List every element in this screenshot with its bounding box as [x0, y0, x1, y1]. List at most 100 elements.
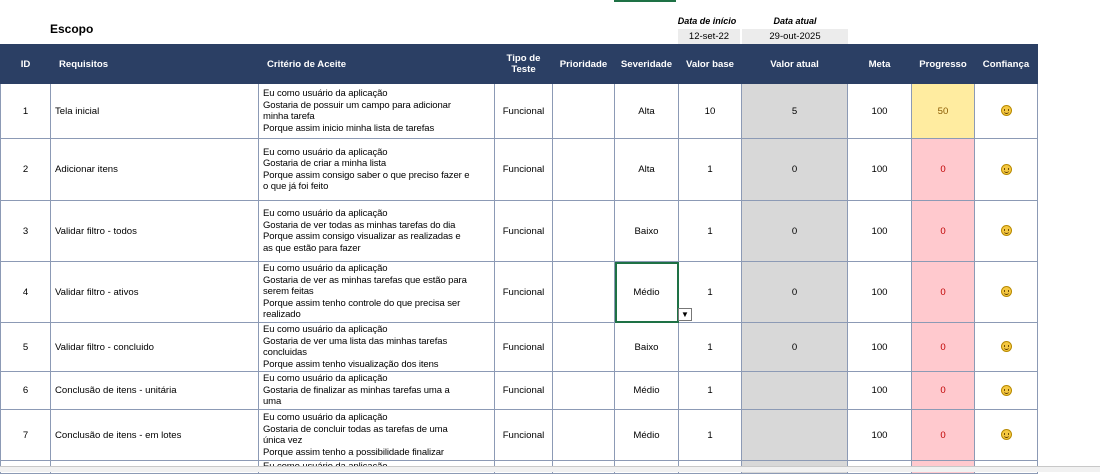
cell-confianca[interactable] [974, 83, 1038, 139]
cell-confianca[interactable] [974, 371, 1038, 410]
cell-requisito[interactable]: Tela inicial [50, 83, 259, 139]
cell-requisito[interactable]: Validar filtro - ativos [50, 261, 259, 323]
cell-prioridade[interactable] [552, 261, 615, 323]
cell-tipo[interactable]: Funcional [494, 371, 553, 410]
cell-severidade[interactable]: Médio [614, 371, 679, 410]
cell-criterio[interactable]: Eu como usuário da aplicação Gostaria de … [258, 261, 495, 323]
cell-confianca[interactable] [974, 409, 1038, 461]
cell-confianca[interactable] [974, 322, 1038, 372]
header-requisitos[interactable]: Requisitos [50, 44, 259, 84]
header-severidade[interactable]: Severidade [614, 44, 679, 84]
smiley-face-icon [1000, 384, 1012, 396]
cell-valor-base[interactable]: 1 [678, 371, 742, 410]
cell-id[interactable]: 2 [0, 138, 51, 201]
cell-prioridade[interactable] [552, 200, 615, 262]
cell-valor-atual[interactable]: 0 [741, 138, 848, 201]
header-progresso[interactable]: Progresso [911, 44, 975, 84]
criterio-line: Eu como usuário da aplicação [263, 373, 388, 385]
header-tipo[interactable]: Tipo de Teste [494, 44, 553, 84]
cell-criterio[interactable]: Eu como usuário da aplicação Gostaria de … [258, 409, 495, 461]
table-row: 2 Adicionar itens Eu como usuário da aplic… [0, 138, 1038, 201]
cell-valor-base[interactable]: 1 [678, 409, 742, 461]
cell-valor-atual[interactable]: 0 [741, 200, 848, 262]
cell-prioridade[interactable] [552, 322, 615, 372]
cell-severidade[interactable]: Alta [614, 83, 679, 139]
header-meta[interactable]: Meta [847, 44, 912, 84]
spreadsheet: Escopo Data de início Data atual 12-set-… [0, 0, 1100, 474]
header-confianca[interactable]: Confiança [974, 44, 1038, 84]
cell-tipo[interactable]: Funcional [494, 322, 553, 372]
cell-tipo[interactable]: Funcional [494, 83, 553, 139]
cell-valor-atual[interactable]: 0 [741, 322, 848, 372]
cell-valor-base[interactable]: 1 [678, 322, 742, 372]
cell-progresso[interactable]: 0 [911, 200, 975, 262]
cell-meta[interactable]: 100 [847, 409, 912, 461]
criterio-line: Gostaria de concluir todas as tarefas de… [263, 423, 448, 435]
cell-progresso[interactable]: 0 [911, 261, 975, 323]
header-prioridade[interactable]: Prioridade [552, 44, 615, 84]
cell-id[interactable]: 5 [0, 322, 51, 372]
cell-severidade[interactable]: Baixo [614, 322, 679, 372]
start-date-cell[interactable]: 12-set-22 [678, 29, 740, 44]
cell-id[interactable]: 7 [0, 409, 51, 461]
cell-meta[interactable]: 100 [847, 261, 912, 323]
cell-requisito[interactable]: Validar filtro - concluido [50, 322, 259, 372]
cell-tipo[interactable]: Funcional [494, 200, 553, 262]
cell-valor-atual[interactable]: 0 [741, 261, 848, 323]
cell-requisito[interactable]: Adicionar itens [50, 138, 259, 201]
criterio-line: Gostaria de finalizar as minhas tarefas … [263, 384, 450, 396]
cell-prioridade[interactable] [552, 409, 615, 461]
cell-tipo[interactable]: Funcional [494, 409, 553, 461]
header-valor-atual[interactable]: Valor atual [741, 44, 848, 84]
cell-progresso[interactable]: 0 [911, 322, 975, 372]
cell-valor-atual[interactable] [741, 409, 848, 461]
cell-requisito[interactable]: Conclusão de itens - em lotes [50, 409, 259, 461]
cell-id[interactable]: 1 [0, 83, 51, 139]
header-id[interactable]: ID [0, 44, 51, 84]
cell-meta[interactable]: 100 [847, 83, 912, 139]
cell-severidade[interactable]: Baixo [614, 200, 679, 262]
cell-confianca[interactable] [974, 138, 1038, 201]
cell-severidade[interactable]: Médio [614, 409, 679, 461]
cell-confianca[interactable] [974, 200, 1038, 262]
cell-meta[interactable]: 100 [847, 371, 912, 410]
cell-meta[interactable]: 100 [847, 322, 912, 372]
dropdown-arrow-icon[interactable]: ▼ [678, 308, 692, 321]
cell-requisito[interactable]: Conclusão de itens - unitária [50, 371, 259, 410]
cell-id[interactable]: 4 [0, 261, 51, 323]
cell-id[interactable]: 3 [0, 200, 51, 262]
header-criterio[interactable]: Critério de Aceite [258, 44, 495, 84]
cell-confianca[interactable] [974, 261, 1038, 323]
header-valor-base[interactable]: Valor base [678, 44, 742, 84]
cell-meta[interactable]: 100 [847, 200, 912, 262]
cell-progresso[interactable]: 50 [911, 83, 975, 139]
cell-progresso[interactable]: 0 [911, 409, 975, 461]
cell-valor-base[interactable]: 1 [678, 200, 742, 262]
cell-prioridade[interactable] [552, 83, 615, 139]
cell-valor-atual[interactable]: 5 [741, 83, 848, 139]
cell-valor-base[interactable]: 1 [678, 138, 742, 201]
cell-valor-atual[interactable] [741, 371, 848, 410]
criterio-line: minha tarefa [263, 111, 315, 122]
cell-criterio[interactable]: Eu como usuário da aplicação Gostaria de … [258, 322, 495, 372]
cell-valor-base[interactable]: 10 [678, 83, 742, 139]
smiley-face-icon [1000, 341, 1012, 353]
cell-progresso[interactable]: 0 [911, 371, 975, 410]
cell-prioridade[interactable] [552, 138, 615, 201]
cell-criterio[interactable]: Eu como usuário da aplicação Gostaria de … [258, 200, 495, 262]
cell-criterio[interactable]: Eu como usuário da aplicação Gostaria de … [258, 138, 495, 201]
cell-tipo[interactable]: Funcional [494, 138, 553, 201]
cell-criterio[interactable]: Eu como usuário da aplicação Gostaria de … [258, 371, 495, 410]
cell-requisito[interactable]: Validar filtro - todos [50, 200, 259, 262]
cell-id[interactable]: 6 [0, 371, 51, 410]
cell-tipo[interactable]: Funcional [494, 261, 553, 323]
cell-severidade[interactable]: Médio [614, 261, 679, 323]
cell-prioridade[interactable] [552, 371, 615, 410]
criterio-line: Eu como usuário da aplicação [263, 412, 388, 423]
cell-progresso[interactable]: 0 [911, 138, 975, 201]
current-date-cell[interactable]: 29-out-2025 [742, 29, 848, 44]
sheet-tab-bar[interactable] [0, 466, 1100, 472]
cell-criterio[interactable]: Eu como usuário da aplicação Gostaria de … [258, 83, 495, 139]
cell-meta[interactable]: 100 [847, 138, 912, 201]
cell-severidade[interactable]: Alta [614, 138, 679, 201]
